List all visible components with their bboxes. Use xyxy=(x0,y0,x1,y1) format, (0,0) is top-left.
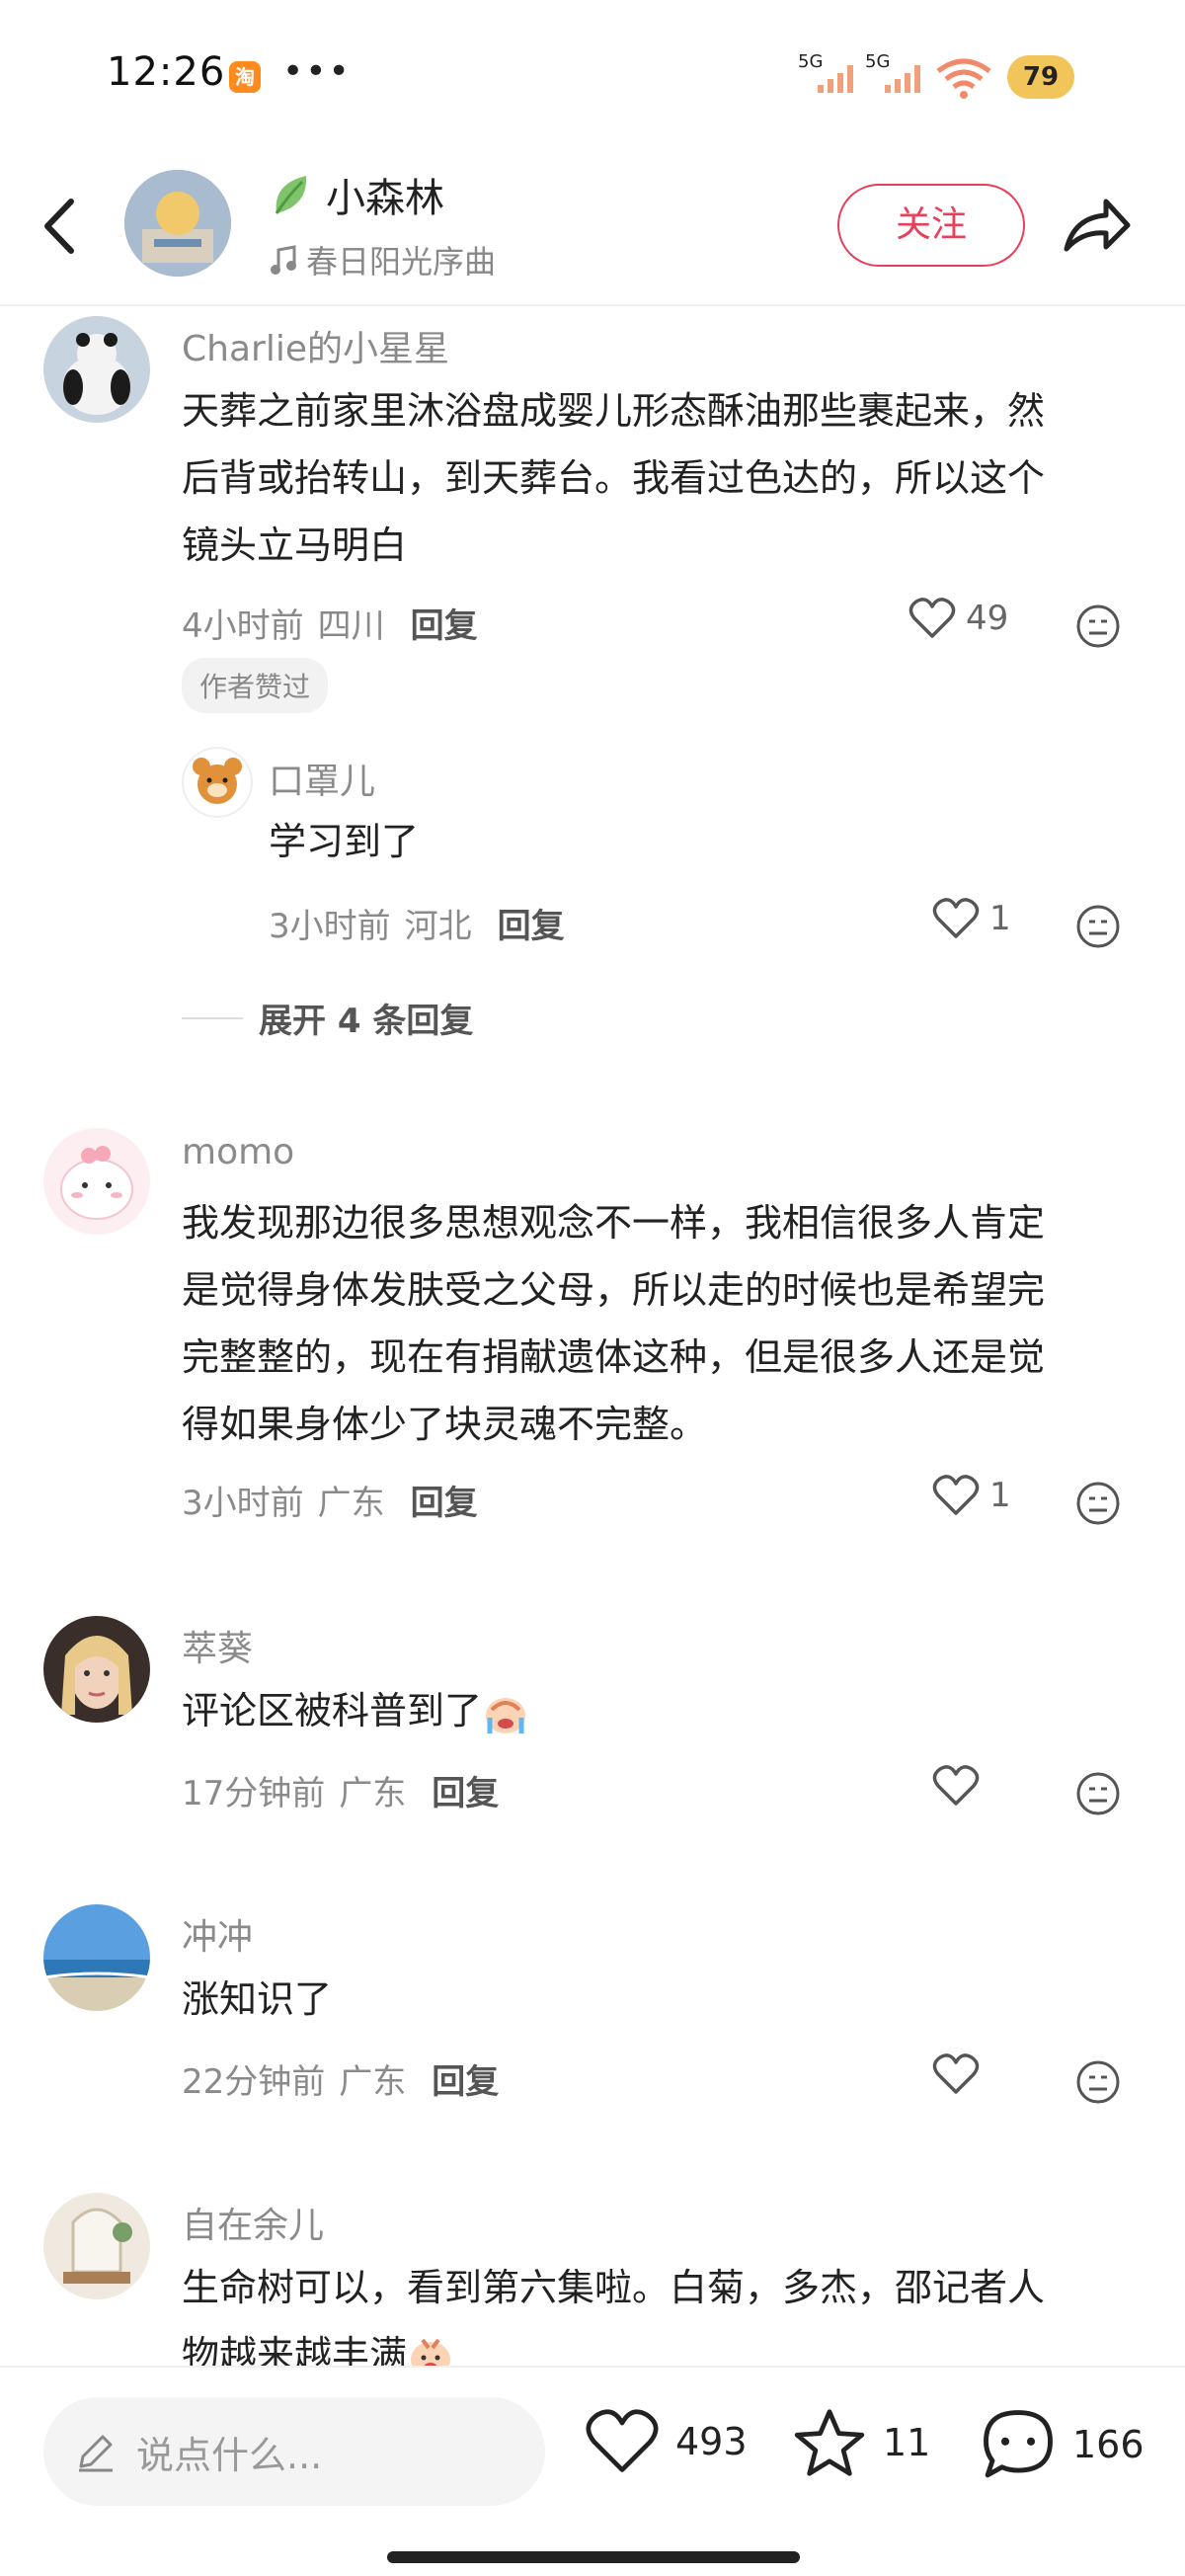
like-button[interactable]: 49 xyxy=(908,597,1008,640)
status-time: 12:26 xyxy=(107,49,226,95)
like-button[interactable]: 1 xyxy=(932,897,1011,940)
expand-divider xyxy=(182,1016,243,1019)
reply-username[interactable]: 口罩儿 xyxy=(269,753,375,804)
heart-icon xyxy=(932,2053,980,2094)
author-name[interactable]: 小森林 xyxy=(326,166,444,223)
share-icon xyxy=(1064,199,1131,252)
comment-text: 评论区被科普到了 xyxy=(182,1677,529,1744)
comment-text: 生命树可以，看到第六集啦。白菊，多杰，邵记者人 物越来越丰满 xyxy=(182,2254,1045,2366)
leaf-icon xyxy=(275,176,307,214)
author-liked-badge: 作者赞过 xyxy=(182,658,329,713)
back-button[interactable] xyxy=(32,192,91,261)
crying-emoji-icon xyxy=(486,1697,526,1733)
more-notifications-icon: ••• xyxy=(282,51,352,92)
comment-username[interactable]: 萃葵 xyxy=(182,1620,253,1671)
comment-count-button[interactable]: 166 xyxy=(980,2407,1145,2482)
emoji-reaction-icon[interactable] xyxy=(1074,1480,1122,1527)
comment-location: 广东 xyxy=(317,1484,385,1523)
heart-icon xyxy=(908,598,956,638)
comment-time: 4小时前 xyxy=(182,606,304,646)
emoji-reaction-icon[interactable] xyxy=(1074,603,1122,650)
comment-text: 涨知识了 xyxy=(182,1977,333,2021)
cellular-signal-icon: 5G xyxy=(798,51,861,95)
reply-button[interactable]: 回复 xyxy=(411,1476,478,1524)
follow-button[interactable]: 关注 xyxy=(837,184,1025,267)
commenter-avatar[interactable] xyxy=(43,316,150,423)
author-line: 小森林 xyxy=(269,166,444,223)
comment-meta: 22分钟前 广东 回复 xyxy=(182,2054,499,2103)
bottom-action-bar: 说点什么... 493 11 166 xyxy=(0,2366,1185,2576)
comment-location: 四川 xyxy=(317,606,385,646)
emoji-reaction-icon[interactable] xyxy=(1074,903,1122,950)
like-button[interactable] xyxy=(932,2053,989,2096)
favorite-button[interactable]: 11 xyxy=(792,2407,930,2478)
comment-username[interactable]: momo xyxy=(182,1132,294,1172)
reply-button[interactable]: 回复 xyxy=(432,2054,499,2103)
comment-username[interactable]: Charlie的小星星 xyxy=(182,320,449,371)
comment-username[interactable]: 冲冲 xyxy=(182,1908,253,1960)
reply-button[interactable]: 回复 xyxy=(432,1766,499,1814)
heart-icon xyxy=(932,898,980,938)
music-info[interactable]: 春日阳光序曲 xyxy=(269,237,496,282)
comment-input[interactable]: 说点什么... xyxy=(43,2397,545,2506)
favorite-count: 11 xyxy=(883,2421,931,2464)
smiling-emoji-icon xyxy=(411,2338,451,2366)
emoji-reaction-icon[interactable] xyxy=(1074,1770,1122,1817)
comment-meta: 17分钟前 广东 回复 xyxy=(182,1766,499,1814)
taobao-app-icon: 淘 xyxy=(229,61,261,93)
comment-location: 广东 xyxy=(339,1774,407,1813)
comment-time: 17分钟前 xyxy=(182,1774,326,1813)
like-count: 1 xyxy=(989,899,1011,938)
status-bar: 12:26 淘 ••• 5G 5G 79 xyxy=(0,0,1185,148)
reply-button[interactable]: 回复 xyxy=(498,899,565,947)
reply-button[interactable]: 回复 xyxy=(411,599,478,647)
comment-count: 166 xyxy=(1072,2423,1145,2466)
comment-meta: 4小时前 四川 回复 xyxy=(182,599,478,647)
heart-icon xyxy=(932,1475,980,1515)
like-button[interactable]: 1 xyxy=(932,1474,1011,1517)
reply-time: 3小时前 xyxy=(269,907,391,946)
like-button[interactable] xyxy=(932,1764,989,1808)
like-post-button[interactable]: 493 xyxy=(585,2407,748,2476)
reply-avatar[interactable] xyxy=(182,747,253,818)
author-avatar[interactable] xyxy=(124,170,231,277)
music-title: 春日阳光序曲 xyxy=(306,243,497,281)
expand-replies-button[interactable]: 展开 4 条回复 xyxy=(182,994,473,1042)
comment-list[interactable]: Charlie的小星星 天葬之前家里沐浴盘成婴儿形态酥油那些裹起来，然 后背或抬… xyxy=(0,306,1185,2366)
chevron-left-icon xyxy=(44,199,74,254)
heart-icon xyxy=(932,1765,980,1806)
comment-text: 天葬之前家里沐浴盘成婴儿形态酥油那些裹起来，然 后背或抬转山，到天葬台。我看过色… xyxy=(182,389,1046,567)
like-count: 1 xyxy=(989,1476,1011,1515)
comment-username[interactable]: 自在余儿 xyxy=(182,2197,324,2248)
comment-time: 22分钟前 xyxy=(182,2062,326,2102)
music-note-icon xyxy=(271,245,296,275)
cellular-signal-icon-2: 5G xyxy=(865,51,928,95)
comment-meta: 3小时前 广东 回复 xyxy=(182,1476,478,1524)
post-like-count: 493 xyxy=(675,2420,748,2463)
emoji-reaction-icon[interactable] xyxy=(1074,2058,1122,2106)
post-header: 小森林 春日阳光序曲 关注 xyxy=(0,148,1185,306)
star-icon xyxy=(794,2409,865,2476)
home-indicator[interactable] xyxy=(387,2551,800,2563)
expand-replies-label: 展开 4 条回复 xyxy=(259,1002,474,1041)
reply-text: 学习到了 xyxy=(269,820,420,863)
comment-input-placeholder: 说点什么... xyxy=(136,2433,323,2477)
comment-time: 3小时前 xyxy=(182,1484,304,1523)
battery-indicator: 79 xyxy=(1007,55,1074,99)
share-button[interactable] xyxy=(1061,192,1134,261)
comment-text: 我发现那边很多思想观念不一样，我相信很多人肯定 是觉得身体发肤受之父母，所以走的… xyxy=(182,1201,1046,1446)
commenter-avatar[interactable] xyxy=(43,1616,150,1723)
pencil-icon xyxy=(79,2435,113,2472)
reply-meta: 3小时前 河北 回复 xyxy=(269,899,565,947)
comment-location: 广东 xyxy=(339,2062,407,2102)
commenter-avatar[interactable] xyxy=(43,1128,150,1235)
reply-location: 河北 xyxy=(404,907,472,946)
commenter-avatar[interactable] xyxy=(43,1904,150,2011)
like-count: 49 xyxy=(966,599,1009,638)
chat-bubble-icon xyxy=(984,2410,1053,2478)
commenter-avatar[interactable] xyxy=(43,2193,150,2299)
wifi-icon xyxy=(934,57,993,105)
heart-icon xyxy=(586,2409,659,2472)
